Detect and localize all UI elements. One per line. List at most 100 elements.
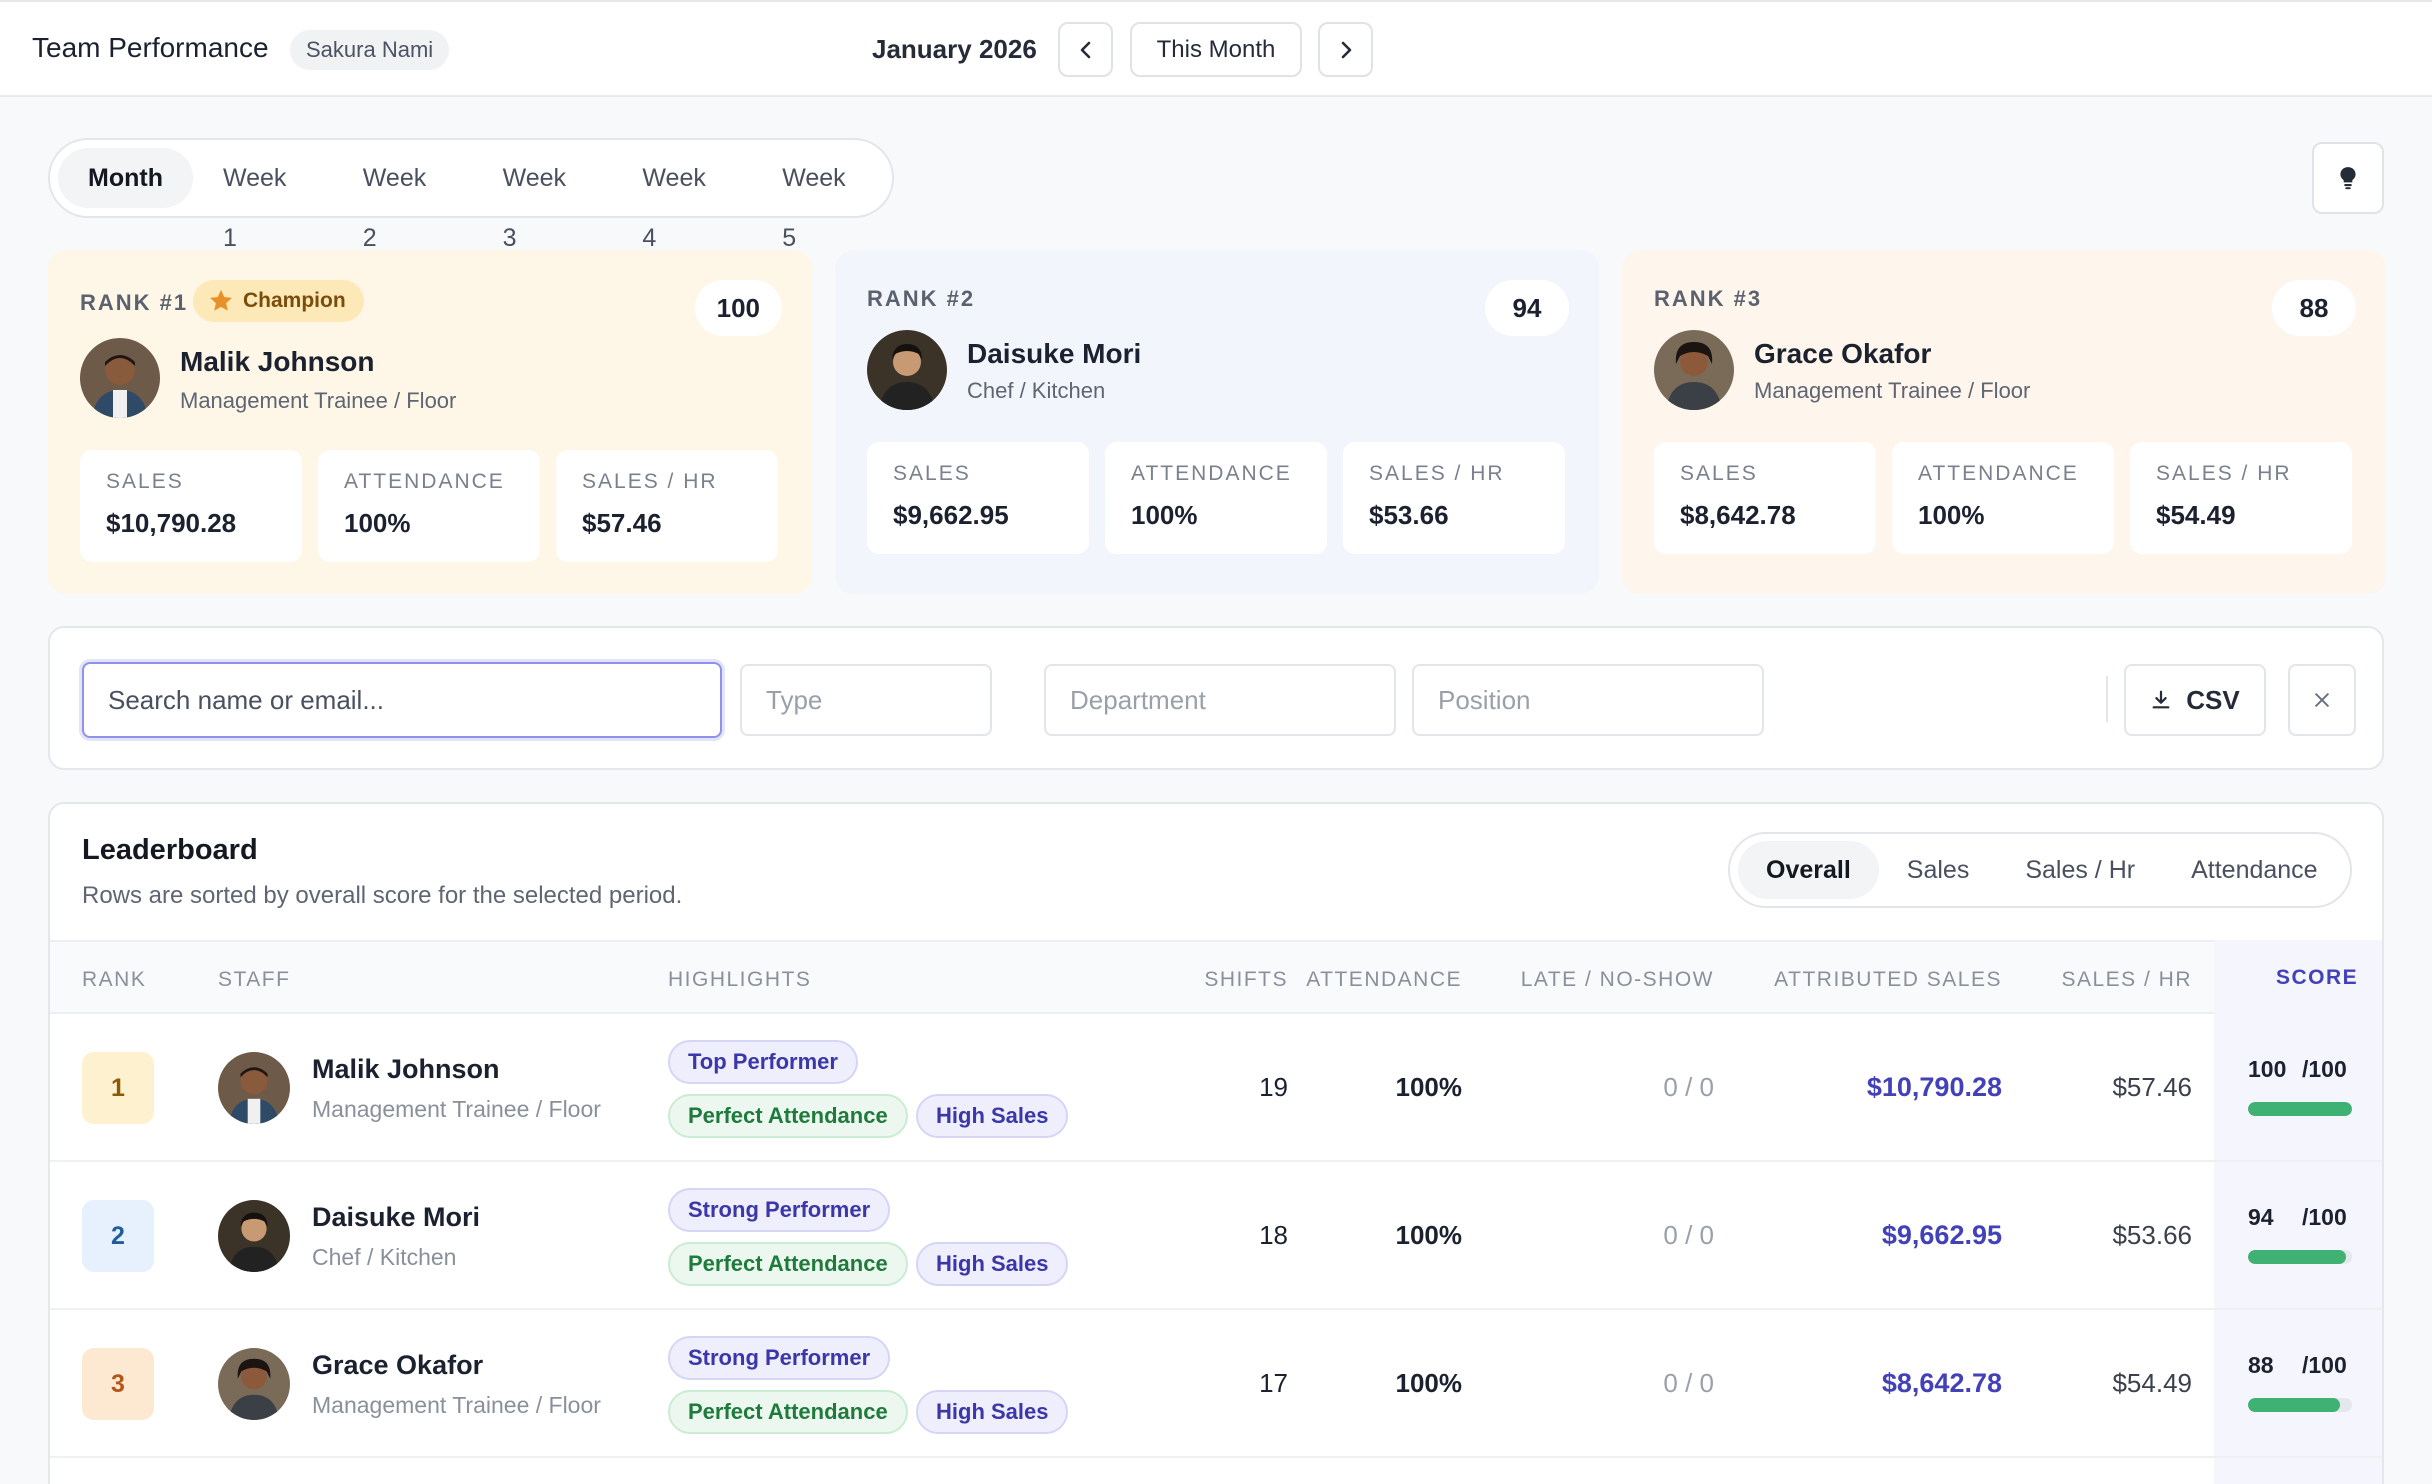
tab-week-4[interactable]: Week 4: [612, 148, 752, 252]
staff-name[interactable]: Grace Okafor: [312, 1350, 483, 1381]
avatar: [80, 338, 160, 418]
staff-role: Chef / Kitchen: [967, 378, 1106, 403]
highlight-tag: Perfect Attendance: [668, 1242, 908, 1286]
column-header-shifts[interactable]: SHIFTS: [1204, 968, 1288, 992]
staff-name: Grace Okafor: [1754, 338, 1932, 369]
type-filter[interactable]: Type: [740, 664, 992, 736]
column-header-staff[interactable]: STAFF: [218, 968, 290, 992]
stat-attendance: ATTENDANCE 100%: [1105, 442, 1327, 554]
staff-name: Daisuke Mori: [967, 338, 1142, 369]
stat-attendance: ATTENDANCE 100%: [318, 450, 540, 562]
tab-sales-per-hour[interactable]: Sales / Hr: [1997, 841, 2163, 899]
score-value: 100: [2248, 1056, 2287, 1082]
stat-label: SALES / HR: [2156, 462, 2292, 485]
stat-value: $53.66: [1369, 500, 1449, 530]
staff-name[interactable]: Malik Johnson: [312, 1054, 500, 1085]
tab-overall[interactable]: Overall: [1738, 841, 1879, 899]
score-pill: 88: [2272, 280, 2356, 336]
column-header-attendance[interactable]: ATTENDANCE: [1306, 968, 1462, 992]
table-row[interactable]: 3 Grace Okafor Management Trainee / Floo…: [50, 1310, 2382, 1458]
attendance-value: 100%: [1395, 1368, 1463, 1398]
stat-value: $9,662.95: [893, 500, 1009, 530]
lightbulb-icon: [2340, 167, 2356, 190]
stat-attendance: ATTENDANCE 100%: [1892, 442, 2114, 554]
leaderboard-title: Leaderboard: [82, 834, 258, 866]
podium-card-2[interactable]: RANK #2 94 Daisuke Mori Chef / Kitchen S…: [835, 250, 1599, 594]
tab-week-2[interactable]: Week 2: [333, 148, 473, 252]
this-month-button[interactable]: This Month: [1130, 22, 1302, 77]
score-pill: 94: [1485, 280, 1569, 336]
filter-panel: Type Department Position CSV: [48, 626, 2384, 770]
rank-badge: 2: [82, 1200, 154, 1272]
avatar: [218, 1052, 290, 1124]
leaderboard-panel: Leaderboard Rows are sorted by overall s…: [48, 802, 2384, 1484]
department-filter[interactable]: Department: [1044, 664, 1396, 736]
highlight-tag: Strong Performer: [668, 1336, 891, 1380]
podium-card-3[interactable]: RANK #3 88 Grace Okafor Management Train…: [1622, 250, 2386, 594]
search-input[interactable]: [82, 662, 722, 738]
stat-value: $10,790.28: [106, 508, 237, 538]
tab-attendance[interactable]: Attendance: [2163, 841, 2346, 899]
score-value: 94: [2248, 1204, 2274, 1230]
prev-period-button[interactable]: [1058, 22, 1113, 77]
column-header-sales-per-hour[interactable]: SALES / HR: [2061, 968, 2192, 992]
top-bar: Team Performance Sakura Nami January 202…: [0, 0, 2432, 97]
tab-week-5[interactable]: Week 5: [752, 148, 892, 252]
stat-label: SALES: [893, 462, 971, 485]
position-filter[interactable]: Position: [1412, 664, 1764, 736]
column-header-rank[interactable]: RANK: [82, 968, 146, 992]
tips-button[interactable]: [2312, 142, 2384, 214]
podium-card-1[interactable]: RANK #1 Champion 100 Malik Johnson Manag…: [48, 250, 812, 594]
stat-sales-per-hour: SALES / HR $53.66: [1343, 442, 1565, 554]
stat-value: 100%: [344, 508, 411, 538]
next-period-button[interactable]: [1318, 22, 1373, 77]
stat-label: SALES / HR: [1369, 462, 1505, 485]
highlight-tag: Perfect Attendance: [668, 1390, 908, 1434]
stat-value: $54.49: [2156, 500, 2236, 530]
clear-filters-button[interactable]: [2288, 664, 2356, 736]
chevron-left-icon: [1080, 41, 1090, 58]
column-header-sales[interactable]: ATTRIBUTED SALES: [1774, 968, 2002, 992]
highlight-tag: High Sales: [916, 1242, 1069, 1286]
tab-week-3[interactable]: Week 3: [473, 148, 613, 252]
user-chip: Sakura Nami: [290, 30, 450, 70]
table-row[interactable]: 1 Malik Johnson Management Trainee / Flo…: [50, 1014, 2382, 1162]
attendance-value: 100%: [1395, 1220, 1463, 1250]
stat-sales: SALES $9,662.95: [867, 442, 1089, 554]
tab-month[interactable]: Month: [58, 148, 193, 208]
avatar: [867, 330, 947, 410]
shifts-value: 17: [1259, 1368, 1288, 1398]
score-bar: [2248, 1102, 2352, 1116]
score-max: /100: [2302, 1056, 2347, 1082]
staff-role: Management Trainee / Floor: [312, 1096, 601, 1122]
stat-label: ATTENDANCE: [344, 470, 505, 493]
avatar: [218, 1200, 290, 1272]
shifts-value: 19: [1259, 1072, 1288, 1102]
rank-badge: 3: [82, 1348, 154, 1420]
score-max: /100: [2302, 1204, 2347, 1230]
column-header-late[interactable]: LATE / NO-SHOW: [1521, 968, 1714, 992]
metric-tabs: Overall Sales Sales / Hr Attendance: [1728, 832, 2352, 908]
divider: [2106, 676, 2108, 722]
table-row[interactable]: 2 Daisuke Mori Chef / Kitchen Strong Per…: [50, 1162, 2382, 1310]
stat-sales: SALES $8,642.78: [1654, 442, 1876, 554]
leaderboard-subtitle: Rows are sorted by overall score for the…: [82, 882, 683, 909]
chevron-right-icon: [1341, 41, 1351, 58]
tab-week-1[interactable]: Week 1: [193, 148, 333, 252]
late-no-show-value: 0 / 0: [1663, 1368, 1714, 1398]
sales-per-hour-value: $57.46: [2112, 1072, 2192, 1102]
tab-sales[interactable]: Sales: [1879, 841, 1998, 899]
stat-label: SALES / HR: [582, 470, 718, 493]
column-header-score[interactable]: SCORE: [2276, 966, 2358, 990]
stat-value: $8,642.78: [1680, 500, 1796, 530]
highlight-tag: Top Performer: [668, 1040, 858, 1084]
period-label: January 2026: [872, 34, 1037, 64]
late-no-show-value: 0 / 0: [1663, 1220, 1714, 1250]
attendance-value: 100%: [1395, 1072, 1463, 1102]
score-pill: 100: [694, 280, 782, 336]
export-csv-button[interactable]: CSV: [2124, 664, 2266, 736]
staff-name[interactable]: Daisuke Mori: [312, 1202, 480, 1233]
stat-label: ATTENDANCE: [1131, 462, 1292, 485]
star-icon: [210, 289, 232, 311]
avatar: [1654, 330, 1734, 410]
